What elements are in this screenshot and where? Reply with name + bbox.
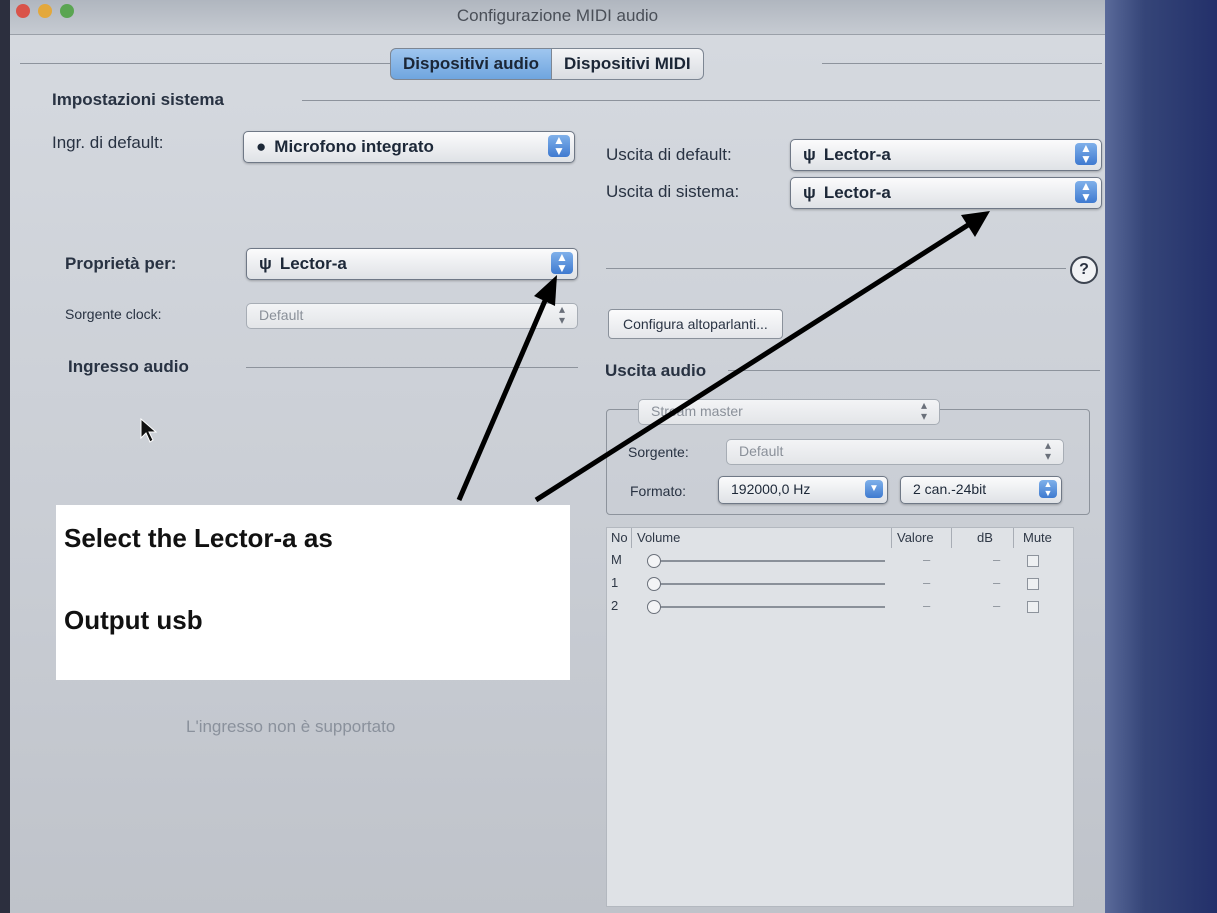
clock-source-label: Sorgente clock: (65, 306, 162, 322)
volume-db: – (993, 598, 1001, 613)
annotation-line-1: Select the Lector-a as (64, 523, 333, 553)
section-divider (302, 100, 1100, 101)
configure-speakers-button[interactable]: Configura altoparlanti... (608, 309, 783, 339)
column-divider (891, 528, 892, 548)
popup-arrows-icon: ▴ ▾ (1044, 438, 1052, 463)
usb-icon: ψ (803, 183, 816, 202)
volume-slider-track (655, 583, 885, 585)
volume-db: – (993, 552, 1001, 567)
mute-checkbox[interactable] (1027, 555, 1039, 567)
annotation-box: Select the Lector-a as Output usb (56, 505, 570, 680)
title-bar: Configurazione MIDI audio (10, 0, 1105, 35)
column-divider (951, 528, 952, 548)
help-icon[interactable]: ? (1070, 256, 1098, 284)
column-divider (631, 528, 632, 548)
input-unsupported-text: L'ingresso non è supportato (186, 717, 396, 736)
audio-midi-window: Configurazione MIDI audio Dispositivi au… (10, 0, 1105, 913)
column-header-mute: Mute (1023, 530, 1052, 545)
usb-icon: ψ (803, 145, 816, 164)
tab-audio-devices[interactable]: Dispositivi audio (390, 48, 553, 80)
default-input-label: Ingr. di default: (52, 133, 164, 152)
channel-number: 2 (611, 598, 619, 613)
volume-value: – (923, 575, 931, 590)
audio-input-heading: Ingresso audio (68, 357, 189, 376)
audio-output-heading: Uscita audio (605, 361, 707, 380)
screen-bezel-left (0, 0, 10, 913)
system-output-value: Lector-a (823, 183, 891, 202)
popup-arrows-icon: ▲ ▼ (551, 251, 573, 274)
default-output-label: Uscita di default: (606, 145, 732, 164)
properties-device-value: Lector-a (279, 254, 347, 273)
column-header-volume: Volume (637, 530, 681, 545)
table-row: 1 – – (607, 575, 1073, 593)
channel-format-popup[interactable]: 2 can.-24bit ▲ ▼ (900, 476, 1062, 504)
default-output-value: Lector-a (823, 145, 891, 164)
clock-source-popup[interactable]: Default ▴ ▾ (246, 303, 578, 329)
popup-arrows-icon: ▲ ▼ (548, 134, 570, 157)
column-header-db: dB (977, 530, 993, 545)
popup-arrows-icon: ▲ ▼ (1039, 480, 1057, 498)
system-settings-heading: Impostazioni sistema (52, 90, 224, 109)
tab-divider (20, 63, 390, 64)
annotation-line-2: Output usb (64, 605, 203, 635)
chevron-down-icon: ▼ (865, 480, 883, 498)
column-header-no: No (611, 530, 628, 545)
volume-value: – (923, 552, 931, 567)
clock-source-value: Default (259, 307, 304, 323)
popup-arrows-icon: ▴ ▾ (920, 398, 928, 423)
section-divider (728, 370, 1100, 371)
table-row: 2 – – (607, 598, 1073, 616)
system-output-popup[interactable]: ψ Lector-a ▲ ▼ (790, 177, 1102, 209)
column-divider (1013, 528, 1014, 548)
mute-checkbox[interactable] (1027, 578, 1039, 590)
desktop-background (1105, 0, 1217, 913)
popup-arrows-icon: ▲ ▼ (1075, 142, 1097, 165)
section-divider (246, 367, 578, 368)
mute-checkbox[interactable] (1027, 601, 1039, 613)
mouse-cursor-icon (140, 418, 158, 443)
channel-format-value: 2 can.-24bit (913, 481, 987, 497)
popup-arrows-icon: ▴ ▾ (558, 302, 566, 327)
channel-number: M (611, 552, 622, 567)
default-output-popup[interactable]: ψ Lector-a ▲ ▼ (790, 139, 1102, 171)
default-input-popup[interactable]: ● Microfono integrato ▲ ▼ (243, 131, 575, 163)
tab-bar: Dispositivi audio Dispositivi MIDI (390, 48, 704, 80)
table-row: M – – (607, 552, 1073, 570)
volume-slider-knob[interactable] (647, 577, 661, 591)
format-label: Formato: (630, 483, 687, 499)
volume-table: No Volume Valore dB Mute M – – 1 – – 2 –… (606, 527, 1074, 907)
stream-popup[interactable]: Stream master ▴ ▾ (638, 399, 940, 425)
window-title: Configurazione MIDI audio (456, 6, 659, 25)
output-source-label: Sorgente: (628, 444, 689, 460)
volume-slider-knob[interactable] (647, 600, 661, 614)
stream-value: Stream master (651, 403, 743, 419)
sample-rate-value: 192000,0 Hz (731, 481, 811, 497)
properties-for-label: Proprietà per: (65, 254, 177, 273)
volume-value: – (923, 598, 931, 613)
output-source-popup[interactable]: Default ▴ ▾ (726, 439, 1064, 465)
volume-db: – (993, 575, 1001, 590)
apple-icon: ● (256, 137, 267, 156)
output-source-value: Default (739, 443, 784, 459)
sample-rate-popup[interactable]: 192000,0 Hz ▼ (718, 476, 888, 504)
usb-icon: ψ (259, 254, 272, 273)
section-divider (606, 268, 1066, 269)
volume-slider-knob[interactable] (647, 554, 661, 568)
tab-divider (822, 63, 1102, 64)
properties-device-popup[interactable]: ψ Lector-a ▲ ▼ (246, 248, 578, 280)
volume-slider-track (655, 560, 885, 562)
channel-number: 1 (611, 575, 619, 590)
default-input-value: Microfono integrato (274, 137, 434, 156)
popup-arrows-icon: ▲ ▼ (1075, 180, 1097, 203)
system-output-label: Uscita di sistema: (606, 182, 740, 201)
tab-midi-devices[interactable]: Dispositivi MIDI (552, 48, 704, 80)
column-header-value: Valore (897, 530, 934, 545)
volume-slider-track (655, 606, 885, 608)
